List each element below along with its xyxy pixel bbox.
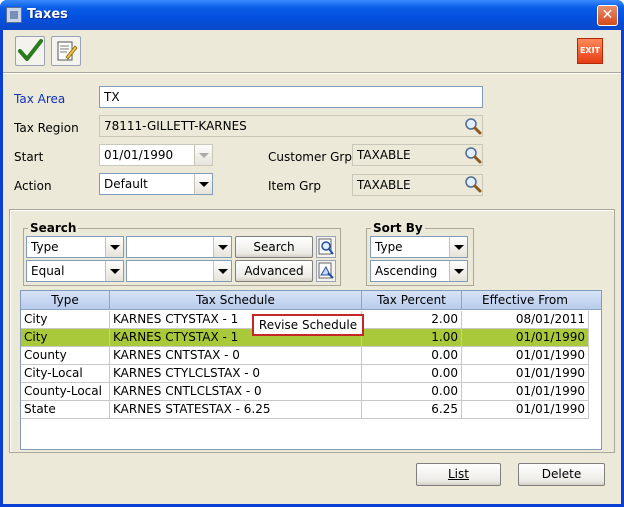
cell-tax-percent: 1.00 — [362, 329, 462, 347]
delete-button[interactable]: Delete — [518, 463, 605, 486]
customer-grp-lookup-icon[interactable] — [464, 146, 482, 164]
table-row[interactable]: County-Local KARNES CNTLCLSTAX - 0 0.00 … — [21, 383, 589, 401]
cell-type: City — [21, 329, 110, 347]
column-header-type[interactable]: Type — [21, 291, 110, 310]
notepad-icon — [57, 41, 78, 61]
action-value: Default — [104, 177, 148, 191]
cell-tax-percent: 2.00 — [362, 311, 462, 329]
edit-button[interactable] — [51, 36, 81, 66]
cell-effective-from: 01/01/1990 — [462, 347, 589, 365]
list-button[interactable]: List — [416, 463, 501, 486]
save-button[interactable] — [15, 36, 45, 66]
find-icon — [318, 238, 334, 255]
exit-button[interactable]: EXIT — [577, 38, 603, 64]
cell-tax-schedule: KARNES CNTSTAX - 0 — [110, 347, 362, 365]
search-value-select[interactable] — [126, 236, 232, 258]
search-field-value: Type — [31, 240, 59, 254]
toolbar-divider-highlight — [3, 73, 621, 74]
cell-effective-from: 01/01/1990 — [462, 329, 589, 347]
close-button[interactable]: ✕ — [597, 5, 618, 26]
search-value2-select[interactable] — [126, 260, 232, 282]
chevron-down-icon[interactable] — [194, 174, 212, 194]
column-header-effective-from[interactable]: Effective From — [462, 291, 589, 310]
column-header-tax-schedule[interactable]: Tax Schedule — [110, 291, 362, 310]
search-group-title: Search — [28, 221, 79, 235]
column-header-tax-percent[interactable]: Tax Percent — [362, 291, 462, 310]
sort-order-value: Ascending — [375, 264, 438, 278]
cell-type: City-Local — [21, 365, 110, 383]
search-operator-value: Equal — [31, 264, 65, 278]
cell-type: State — [21, 401, 110, 419]
tax-region-label: Tax Region — [14, 121, 79, 135]
chevron-down-icon[interactable] — [449, 237, 467, 257]
table-row[interactable]: County KARNES CNTSTAX - 0 0.00 01/01/199… — [21, 347, 589, 365]
chevron-down-icon[interactable] — [213, 237, 231, 257]
delete-button-label: Delete — [541, 467, 582, 481]
sort-field-select[interactable]: Type — [370, 236, 468, 258]
tax-area-input[interactable]: TX — [99, 86, 483, 108]
cell-effective-from: 01/01/1990 — [462, 383, 589, 401]
cell-effective-from: 08/01/2011 — [462, 311, 589, 329]
advanced-button[interactable]: Advanced — [235, 260, 313, 282]
chevron-down-icon[interactable] — [194, 145, 212, 165]
item-grp-label: Item Grp — [268, 179, 321, 193]
start-date-picker[interactable]: 01/01/1990 — [99, 144, 213, 166]
chevron-down-icon[interactable] — [105, 261, 123, 281]
cell-tax-percent: 0.00 — [362, 383, 462, 401]
start-date-value: 01/01/1990 — [104, 148, 174, 162]
title-bar[interactable]: Taxes ✕ — [0, 0, 624, 30]
advanced-find-button[interactable] — [316, 260, 336, 282]
cell-effective-from: 01/01/1990 — [462, 401, 589, 419]
search-button[interactable]: Search — [235, 236, 313, 258]
cell-tax-schedule: KARNES STATESTAX - 6.25 — [110, 401, 362, 419]
toolbar: EXIT — [7, 36, 613, 70]
cell-tax-percent: 0.00 — [362, 347, 462, 365]
item-grp-lookup-icon[interactable] — [464, 175, 482, 193]
cell-tax-percent: 6.25 — [362, 401, 462, 419]
list-button-label: List — [448, 467, 469, 481]
search-operator-select[interactable]: Equal — [26, 260, 124, 282]
table-row[interactable]: State KARNES STATESTAX - 6.25 6.25 01/01… — [21, 401, 589, 419]
cell-tax-percent: 0.00 — [362, 365, 462, 383]
cell-tax-schedule: KARNES CNTLCLSTAX - 0 — [110, 383, 362, 401]
sort-group-title: Sort By — [371, 221, 425, 235]
chevron-down-icon[interactable] — [449, 261, 467, 281]
find-button[interactable] — [316, 236, 336, 258]
taxes-window: Taxes ✕ EXIT Tax Area TX Tax Region 7811… — [0, 0, 624, 507]
client-area: EXIT Tax Area TX Tax Region 78111-GILLET… — [3, 30, 621, 504]
chevron-down-icon[interactable] — [213, 261, 231, 281]
revise-schedule-menu-item[interactable]: Revise Schedule — [252, 314, 364, 336]
start-label: Start — [14, 150, 44, 164]
action-label: Action — [14, 179, 52, 193]
cell-type: City — [21, 311, 110, 329]
action-select[interactable]: Default — [99, 173, 213, 195]
checkmark-icon — [18, 39, 43, 61]
customer-grp-label: Customer Grp — [268, 150, 352, 164]
scrollbar-corner — [586, 291, 601, 310]
tax-region-field: 78111-GILLETT-KARNES — [99, 115, 483, 137]
sort-order-select[interactable]: Ascending — [370, 260, 468, 282]
tax-region-lookup-icon[interactable] — [464, 117, 482, 135]
table-header: Type Tax Schedule Tax Percent Effective … — [21, 291, 601, 310]
search-field-select[interactable]: Type — [26, 236, 124, 258]
table-row[interactable]: City-Local KARNES CTYLCLSTAX - 0 0.00 01… — [21, 365, 589, 383]
cell-effective-from: 01/01/1990 — [462, 365, 589, 383]
cell-type: County-Local — [21, 383, 110, 401]
window-title: Taxes — [27, 7, 68, 22]
cell-tax-schedule: KARNES CTYLCLSTAX - 0 — [110, 365, 362, 383]
advanced-find-icon — [318, 262, 334, 279]
app-icon — [6, 7, 22, 23]
cell-type: County — [21, 347, 110, 365]
chevron-down-icon[interactable] — [105, 237, 123, 257]
tax-area-label: Tax Area — [14, 92, 66, 106]
sort-field-value: Type — [375, 240, 403, 254]
